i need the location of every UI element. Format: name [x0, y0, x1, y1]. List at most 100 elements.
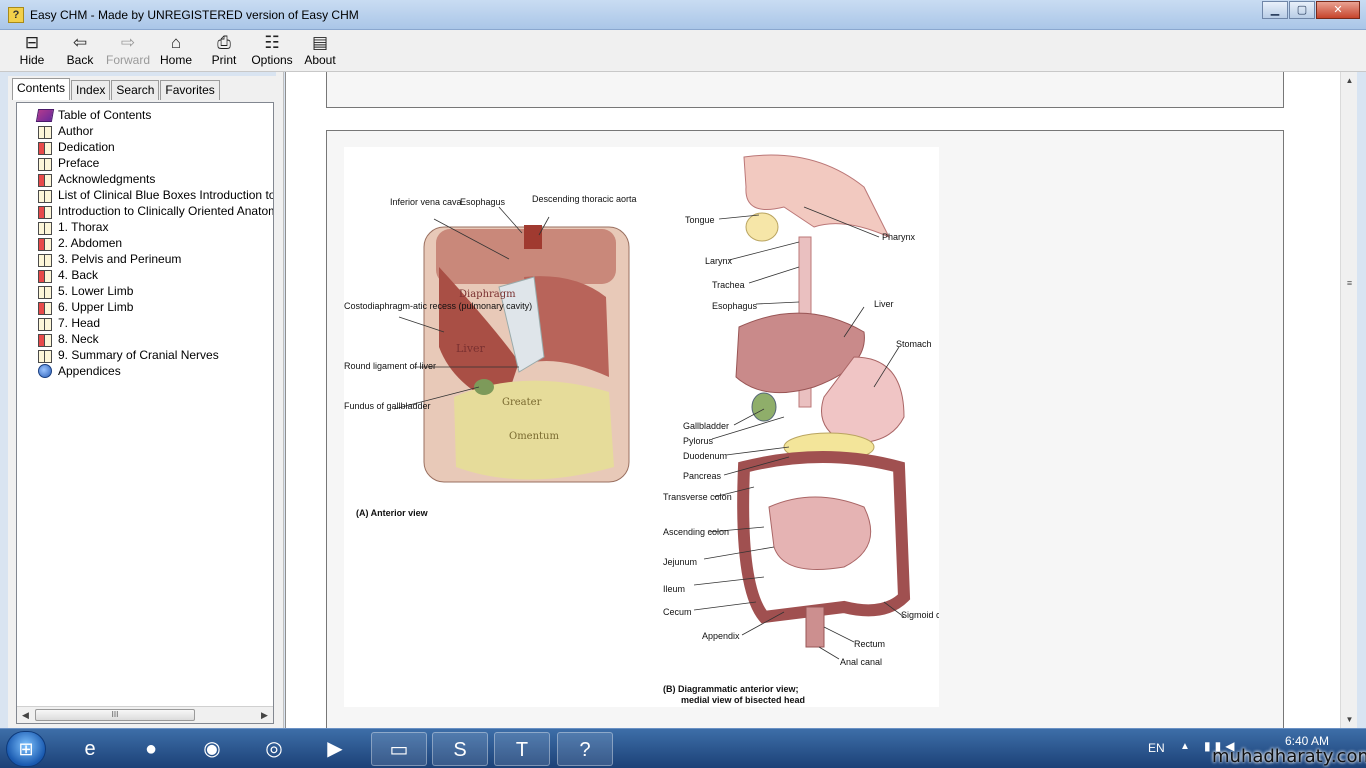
tree-item-label: Appendices [58, 364, 121, 378]
orange-app-icon[interactable]: ● [123, 732, 179, 766]
label-stomach: Stomach [896, 339, 932, 349]
tab-contents[interactable]: Contents [12, 78, 71, 100]
about-label: About [304, 53, 336, 67]
label-duodenum: Duodenum [683, 451, 727, 461]
label-esophagus-a: Esophagus [460, 197, 506, 207]
tree-item-thorax[interactable]: 1. Thorax [37, 219, 108, 235]
vertical-scrollbar[interactable]: ▲ ≡ ▼ [1340, 72, 1357, 728]
title-bar: ? Easy CHM - Made by UNREGISTERED versio… [0, 0, 1366, 30]
tab-index[interactable]: Index [71, 80, 111, 100]
label-larynx: Larynx [705, 256, 733, 266]
book-red-icon [37, 173, 53, 187]
label-round-ligament: Round ligament of liver [344, 361, 436, 371]
about-button[interactable]: ▤ About [296, 30, 344, 70]
tree-item-preface[interactable]: Preface [37, 155, 99, 171]
tree-item-table-of-contents[interactable]: Table of Contents [35, 107, 151, 123]
label-descending-aorta: Descending thoracic aorta [532, 194, 637, 204]
tree-item-author[interactable]: Author [37, 123, 93, 139]
caption-panel-a: (A) Anterior view [356, 508, 429, 518]
label-anal-canal: Anal canal [840, 657, 882, 667]
taskbar: ⊞ e ● ◉ ◎ ▶ ▭ S T ? EN ▲ ▮▮◀ 6:40 AM muh… [0, 728, 1366, 768]
book-red-icon [37, 333, 53, 347]
windows-start-icon[interactable]: ⊞ [6, 731, 46, 767]
help-chm-icon[interactable]: ? [557, 732, 613, 766]
tree-item-abdomen[interactable]: 2. Abdomen [37, 235, 122, 251]
greater-organ-label: Greater [502, 397, 542, 408]
home-button[interactable]: ⌂ Home [152, 30, 200, 70]
label-tongue: Tongue [685, 215, 715, 225]
tree-item-head[interactable]: 7. Head [37, 315, 100, 331]
close-button[interactable]: ✕ [1316, 1, 1360, 19]
caption-panel-b-line1: (B) Diagrammatic anterior view; [663, 684, 799, 694]
hide-label: Hide [19, 53, 45, 67]
print-button[interactable]: ⎙ Print [200, 30, 248, 70]
forward-button[interactable]: ⇨ Forward [104, 30, 152, 70]
omentum-organ-label: Omentum [509, 431, 559, 442]
tree-item-upper-limb[interactable]: 6. Upper Limb [37, 299, 133, 315]
minimize-button[interactable]: ▁ [1262, 1, 1288, 19]
label-jejunum: Jejunum [663, 557, 697, 567]
book-icon [37, 253, 53, 267]
t-app-icon[interactable]: T [494, 732, 550, 766]
hide-button[interactable]: ⊟ Hide [8, 30, 56, 70]
tree-item-cranial-nerves[interactable]: 9. Summary of Cranial Nerves [37, 347, 219, 363]
app-globe-icon [38, 364, 52, 378]
pane-splitter[interactable] [276, 72, 284, 728]
tree-item-label: Preface [58, 156, 100, 170]
book-icon [37, 349, 53, 363]
scroll-right-icon[interactable]: ▶ [256, 707, 273, 723]
tree-item-label: 8. Neck [58, 332, 99, 346]
scroll-down-icon[interactable]: ▼ [1341, 711, 1358, 728]
content-pane: Diaphragm Liver Greater Omentum Inferior… [285, 72, 1340, 728]
tree-item-lower-limb[interactable]: 5. Lower Limb [37, 283, 133, 299]
book-icon [37, 221, 53, 235]
tree-item-label: 6. Upper Limb [58, 300, 134, 314]
tree-item-introduction[interactable]: Introduction to Clinically Oriented Anat… [37, 203, 273, 219]
tree-item-neck[interactable]: 8. Neck [37, 331, 99, 347]
tree-item-pelvis-perineum[interactable]: 3. Pelvis and Perineum [37, 251, 181, 267]
skype-icon[interactable]: S [432, 732, 488, 766]
options-icon: ☷ [264, 33, 280, 52]
tab-search[interactable]: Search [111, 80, 160, 100]
tree-item-acknowledgments[interactable]: Acknowledgments [37, 171, 155, 187]
tree-item-appendices[interactable]: Appendices [37, 363, 121, 379]
media-player-icon[interactable]: ▶ [307, 732, 363, 766]
back-label: Back [66, 53, 94, 67]
tree-item-dedication[interactable]: Dedication [37, 139, 115, 155]
label-liver: Liver [874, 299, 894, 309]
about-icon: ▤ [311, 33, 329, 52]
label-gallbladder: Gallbladder [683, 421, 729, 431]
label-esophagus-b: Esophagus [712, 301, 758, 311]
file-explorer-icon[interactable]: ▭ [371, 732, 427, 766]
horizontal-scrollbar[interactable]: ◀ III ▶ [17, 706, 273, 723]
scroll-up-icon[interactable]: ▲ [1341, 72, 1358, 89]
contents-tree: Table of Contents Author Dedication Pref… [16, 102, 274, 724]
internet-explorer-icon[interactable]: e [62, 732, 118, 766]
scroll-left-icon[interactable]: ◀ [17, 707, 34, 723]
book-red-icon [37, 269, 53, 283]
firefox-icon[interactable]: ◉ [184, 732, 240, 766]
hide-pane-icon: ⊟ [24, 33, 40, 52]
tab-favorites[interactable]: Favorites [160, 80, 220, 100]
options-button[interactable]: ☷ Options [248, 30, 296, 70]
tree-item-label: 3. Pelvis and Perineum [58, 252, 182, 266]
chrome-icon[interactable]: ◎ [246, 732, 302, 766]
language-indicator[interactable]: EN [1148, 741, 1165, 755]
digestive-system-illustration: Diaphragm Liver Greater Omentum Inferior… [344, 154, 958, 705]
show-hidden-icons-icon[interactable]: ▲ [1180, 741, 1190, 752]
tree-item-label: List of Clinical Blue Boxes Introduction… [58, 188, 274, 202]
figure-frame: Diaphragm Liver Greater Omentum Inferior… [326, 130, 1284, 728]
tree-item-label: 5. Lower Limb [58, 284, 134, 298]
label-trachea: Trachea [712, 280, 745, 290]
book-icon [37, 189, 53, 203]
book-red-icon [37, 301, 53, 315]
tree-item-clinical-blue-boxes[interactable]: List of Clinical Blue Boxes Introduction… [37, 187, 274, 203]
scrollbar-thumb[interactable]: III [35, 709, 195, 721]
tree-item-back[interactable]: 4. Back [37, 267, 98, 283]
label-pancreas: Pancreas [683, 471, 722, 481]
panel-a-illustration: Diaphragm Liver Greater Omentum [423, 225, 630, 483]
scroll-grip-icon[interactable]: ≡ [1343, 278, 1356, 292]
back-button[interactable]: ⇦ Back [56, 30, 104, 70]
maximize-button[interactable]: ▢ [1289, 1, 1315, 19]
label-cecum: Cecum [663, 607, 692, 617]
